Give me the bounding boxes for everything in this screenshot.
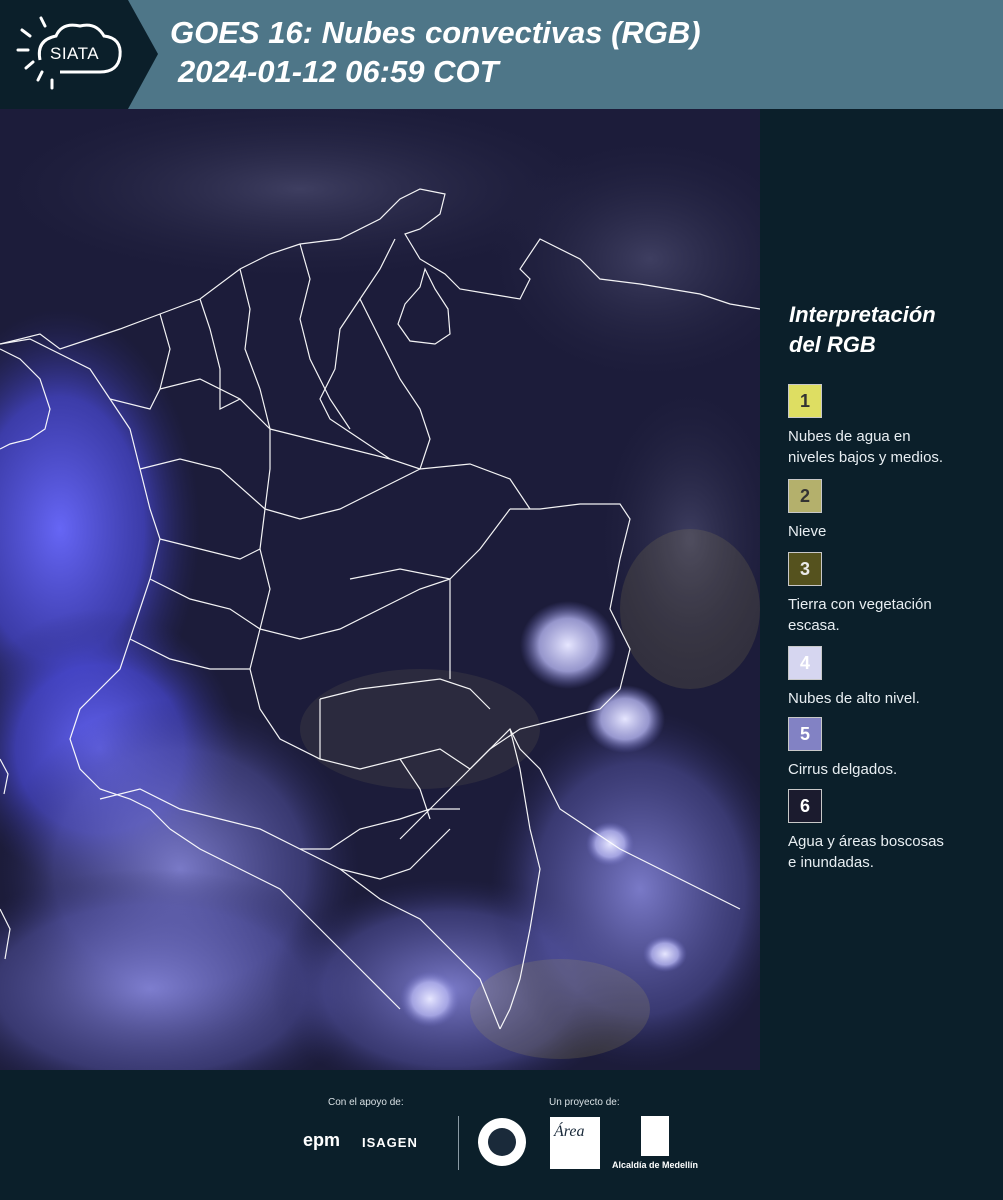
legend-label-6-line2: e inundadas. <box>788 854 874 871</box>
legend-item-5: 5 Cirrus delgados. <box>788 717 988 780</box>
siata-logo: SIATA <box>0 0 158 109</box>
isagen-logo: ISAGEN <box>362 1135 418 1150</box>
legend-item-6: 6 Agua y áreas boscosas e inundadas. <box>788 789 988 873</box>
medellin-seal-logo <box>478 1118 526 1166</box>
legend-label-3: Tierra con vegetación escasa. <box>788 594 988 636</box>
legend-title-line1: Interpretación <box>789 302 936 327</box>
legend-label-5: Cirrus delgados. <box>788 761 898 778</box>
support-label: Con el apoyo de: <box>328 1097 404 1108</box>
legend-swatch-2: 2 <box>788 479 822 513</box>
legend-swatch-1: 1 <box>788 384 822 418</box>
footer: Con el apoyo de: Un proyecto de: epm ISA… <box>0 1070 1003 1200</box>
legend-label-4: Nubes de alto nivel. <box>788 690 920 707</box>
legend-title-line2: del RGB <box>789 332 876 357</box>
footer-divider <box>458 1116 459 1170</box>
legend-label-6-line1: Agua y áreas boscosas <box>788 833 944 850</box>
legend-label-2: Nieve <box>788 523 827 540</box>
legend-item-3: 3 Tierra con vegetación escasa. <box>788 552 988 636</box>
logo-text: SIATA <box>50 44 100 63</box>
legend-swatch-5: 5 <box>788 717 822 751</box>
epm-logo: epm <box>303 1130 341 1150</box>
legend-label-3-line1: Tierra con vegetación <box>788 596 932 613</box>
legend-item-4: 4 Nubes de alto nivel. <box>788 646 988 709</box>
legend-swatch-4: 4 <box>788 646 822 680</box>
legend-item-1: 1 Nubes de agua en niveles bajos y medio… <box>788 384 988 468</box>
alcaldia-label: Alcaldía de Medellín <box>612 1160 699 1170</box>
area-logo-text: Área <box>554 1123 585 1140</box>
legend-label-1-line2: niveles bajos y medios. <box>788 449 944 466</box>
legend-swatch-3: 3 <box>788 552 822 586</box>
timestamp: 2024-01-12 06:59 COT <box>178 54 499 89</box>
legend-label-6: Agua y áreas boscosas e inundadas. <box>788 831 988 873</box>
legend-label-1-line1: Nubes de agua en <box>788 428 911 445</box>
header-bar: SIATA GOES 16: Nubes convectivas (RGB) 2… <box>0 0 1003 109</box>
legend-label-1: Nubes de agua en niveles bajos y medios. <box>788 426 988 468</box>
legend: Interpretación del RGB 1 Nubes de agua e… <box>776 300 996 871</box>
legend-label-3-line2: escasa. <box>788 617 840 634</box>
alcaldia-emblem-icon <box>641 1116 669 1156</box>
legend-item-2: 2 Nieve <box>788 479 988 542</box>
project-label: Un proyecto de: <box>549 1097 620 1108</box>
page-title: GOES 16: Nubes convectivas (RGB) <box>170 15 701 50</box>
legend-swatch-6: 6 <box>788 789 822 823</box>
area-metropolitana-logo: Área <box>550 1117 600 1169</box>
satellite-map <box>0 109 760 1070</box>
